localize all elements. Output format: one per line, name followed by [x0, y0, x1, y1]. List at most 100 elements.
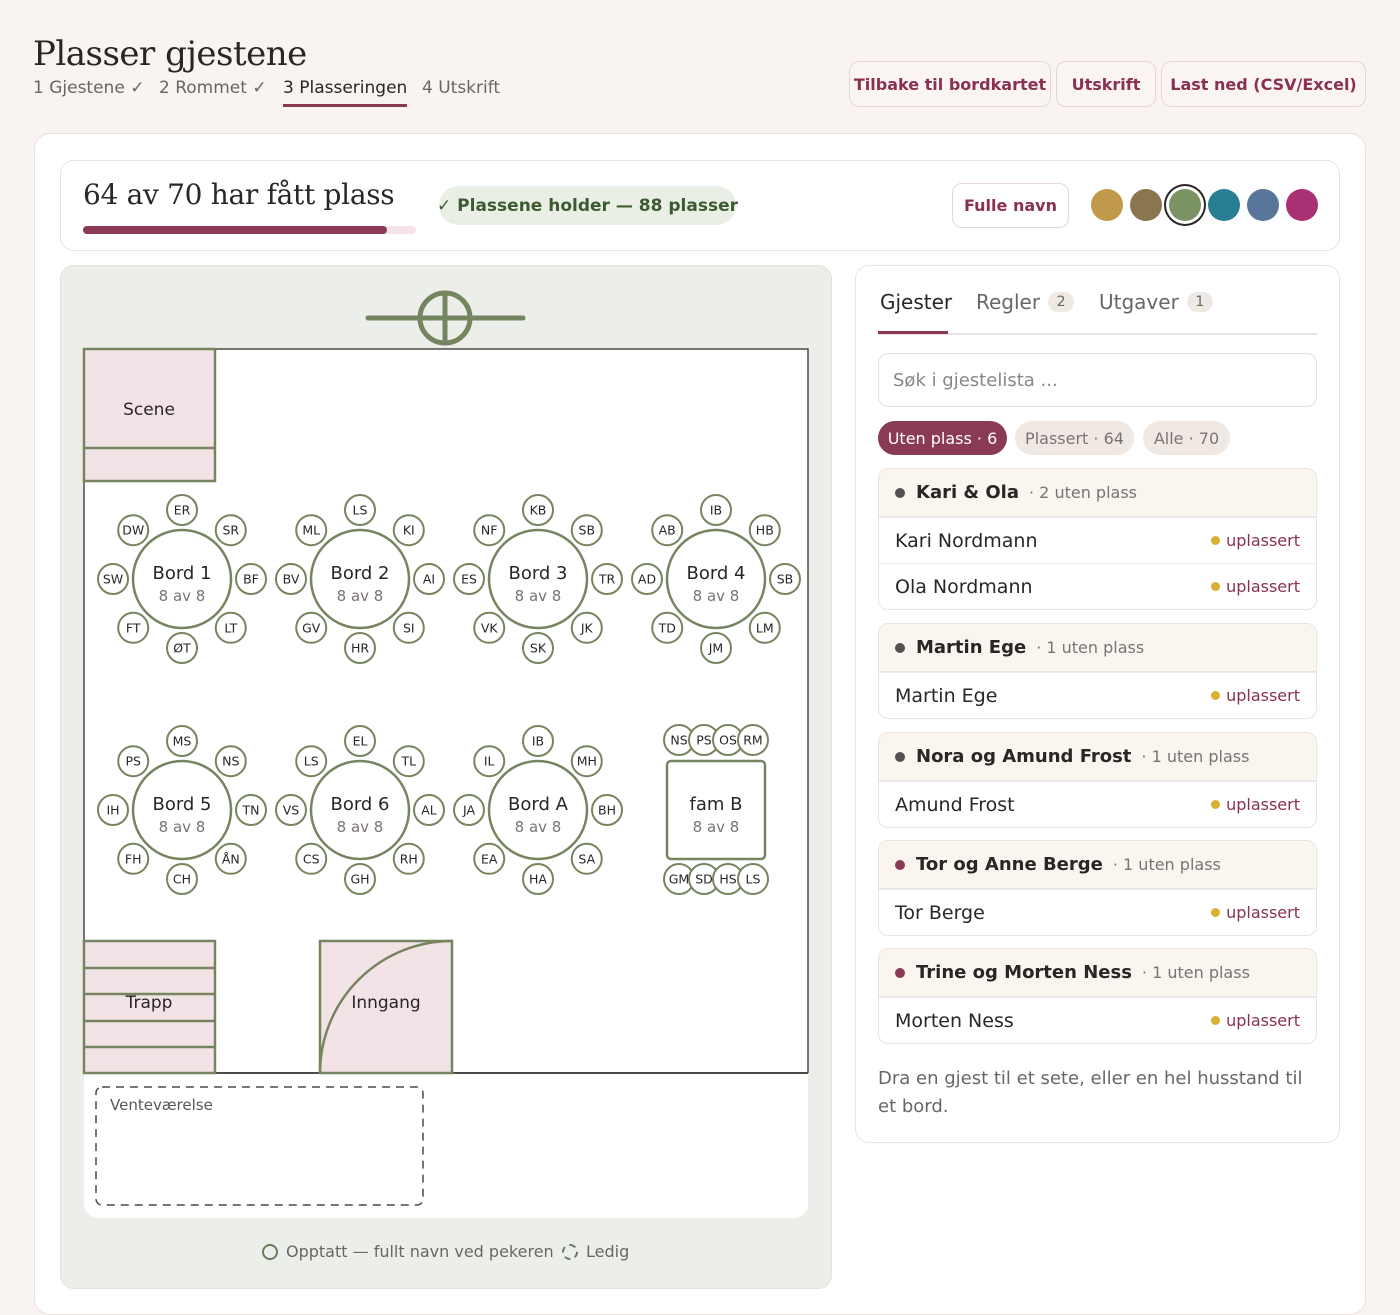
seat[interactable]: HB: [748, 514, 781, 547]
seat[interactable]: SI: [392, 611, 425, 644]
guest-row[interactable]: Ola Nordmann uplassert: [879, 563, 1316, 609]
seat[interactable]: TN: [235, 794, 267, 826]
tab-rules[interactable]: Regler 2: [976, 290, 1075, 314]
seat[interactable]: ØT: [166, 632, 198, 664]
guest-name: Kari Nordmann: [895, 529, 1038, 552]
table-8[interactable]: fam B 8 av 8 NS PS OS RM GM SD HS LS: [663, 724, 769, 895]
seat[interactable]: ML: [295, 514, 328, 547]
seat[interactable]: KB: [522, 494, 554, 526]
seat[interactable]: GH: [344, 863, 376, 895]
seat[interactable]: IH: [97, 794, 129, 826]
stairs-area[interactable]: Trapp: [82, 939, 217, 1075]
seat[interactable]: SB: [769, 563, 801, 595]
seat[interactable]: SK: [522, 632, 554, 664]
stage-area[interactable]: Scene: [82, 347, 217, 483]
seat[interactable]: SR: [214, 514, 247, 547]
household-header[interactable]: Kari & Ola · 2 uten plass: [879, 469, 1316, 517]
seat[interactable]: MH: [570, 745, 603, 778]
seat[interactable]: BF: [235, 563, 267, 595]
seat[interactable]: BH: [591, 794, 623, 826]
rules-count-badge: 2: [1048, 292, 1075, 312]
seat-initials: NF: [481, 523, 498, 538]
seat[interactable]: CS: [295, 842, 328, 875]
table-4[interactable]: Bord 4 8 av 8 IB HB SB LM JM TD AD AB: [631, 494, 801, 664]
seat[interactable]: FT: [117, 611, 150, 644]
seat[interactable]: DW: [117, 514, 150, 547]
seat[interactable]: ÅN: [214, 842, 247, 875]
seat[interactable]: BV: [275, 563, 307, 595]
seat[interactable]: RH: [392, 842, 425, 875]
seat[interactable]: VK: [473, 611, 506, 644]
table-3[interactable]: Bord 3 8 av 8 KB SB TR JK SK VK ES NF: [453, 494, 623, 664]
seat[interactable]: IL: [473, 745, 506, 778]
household-group: Martin Ege · 1 uten plass Martin Ege uplass…: [878, 623, 1317, 719]
seat[interactable]: EA: [473, 842, 506, 875]
seat[interactable]: LS: [344, 494, 376, 526]
table-5[interactable]: Bord 5 8 av 8 MS NS TN ÅN CH FH IH PS: [97, 725, 267, 895]
waiting-room-area[interactable]: Venteværelse: [95, 1086, 424, 1206]
table-2[interactable]: Bord 2 8 av 8 LS KI AI SI HR GV BV ML: [275, 494, 445, 664]
guest-search-input[interactable]: [878, 353, 1317, 407]
seat[interactable]: LM: [748, 611, 781, 644]
seat[interactable]: AD: [631, 563, 663, 595]
filter-all[interactable]: Alle · 70: [1143, 421, 1230, 455]
seat[interactable]: IB: [700, 494, 732, 526]
guest-row[interactable]: Kari Nordmann uplassert: [879, 517, 1316, 563]
seat[interactable]: JM: [700, 632, 732, 664]
household-header[interactable]: Trine og Morten Ness · 1 uten plass: [879, 949, 1316, 997]
seat[interactable]: AI: [413, 563, 445, 595]
seat[interactable]: AB: [651, 514, 684, 547]
seat[interactable]: NF: [473, 514, 506, 547]
seat[interactable]: SB: [570, 514, 603, 547]
guest-row[interactable]: Tor Berge uplassert: [879, 889, 1316, 935]
seat[interactable]: KI: [392, 514, 425, 547]
entrance-area[interactable]: Inngang: [318, 939, 454, 1075]
household-group: Nora og Amund Frost · 1 uten plass Amund F…: [878, 732, 1317, 828]
seat[interactable]: SA: [570, 842, 603, 875]
seat[interactable]: AL: [413, 794, 445, 826]
seat[interactable]: NS: [214, 745, 247, 778]
table-6[interactable]: Bord 6 8 av 8 EL TL AL RH GH CS VS LS: [275, 725, 445, 895]
seat[interactable]: HA: [522, 863, 554, 895]
seat-initials: NS: [222, 754, 239, 769]
seat-initials: TL: [400, 754, 416, 769]
seat[interactable]: TL: [392, 745, 425, 778]
seat[interactable]: FH: [117, 842, 150, 875]
tab-issues[interactable]: Utgaver 1: [1099, 290, 1213, 314]
seat[interactable]: CH: [166, 863, 198, 895]
table-7[interactable]: Bord A 8 av 8 IB MH BH SA HA EA JA IL: [453, 725, 623, 895]
table-1[interactable]: Bord 1 8 av 8 ER SR BF LT ØT FT SW DW: [97, 494, 267, 664]
seat[interactable]: ER: [166, 494, 198, 526]
seat[interactable]: EL: [344, 725, 376, 757]
seat-initials: HA: [529, 872, 547, 887]
household-header[interactable]: Tor og Anne Berge · 1 uten plass: [879, 841, 1316, 889]
seat[interactable]: SW: [97, 563, 129, 595]
seat[interactable]: ES: [453, 563, 485, 595]
seat[interactable]: VS: [275, 794, 307, 826]
seat-initials: GM: [669, 872, 689, 887]
seat[interactable]: IB: [522, 725, 554, 757]
seat[interactable]: PS: [117, 745, 150, 778]
seat[interactable]: RM: [737, 724, 769, 756]
seat[interactable]: GV: [295, 611, 328, 644]
seat[interactable]: HR: [344, 632, 376, 664]
guest-row[interactable]: Amund Frost uplassert: [879, 781, 1316, 827]
seat-initials: AI: [423, 572, 435, 587]
seat[interactable]: TR: [591, 563, 623, 595]
seat[interactable]: LS: [295, 745, 328, 778]
seat[interactable]: LS: [737, 863, 769, 895]
guest-row[interactable]: Martin Ege uplassert: [879, 672, 1316, 718]
tab-guests[interactable]: Gjester: [880, 290, 952, 314]
seat[interactable]: MS: [166, 725, 198, 757]
guest-status-label: uplassert: [1226, 577, 1300, 596]
household-header[interactable]: Nora og Amund Frost · 1 uten plass: [879, 733, 1316, 781]
filter-placed[interactable]: Plassert · 64: [1015, 421, 1134, 455]
seat[interactable]: LT: [214, 611, 247, 644]
household-header[interactable]: Martin Ege · 1 uten plass: [879, 624, 1316, 672]
seat[interactable]: JA: [453, 794, 485, 826]
seat-initials: PS: [125, 754, 141, 769]
guest-row[interactable]: Morten Ness uplassert: [879, 997, 1316, 1043]
filter-unplaced[interactable]: Uten plass · 6: [878, 421, 1007, 455]
seat[interactable]: JK: [570, 611, 603, 644]
seat[interactable]: TD: [651, 611, 684, 644]
